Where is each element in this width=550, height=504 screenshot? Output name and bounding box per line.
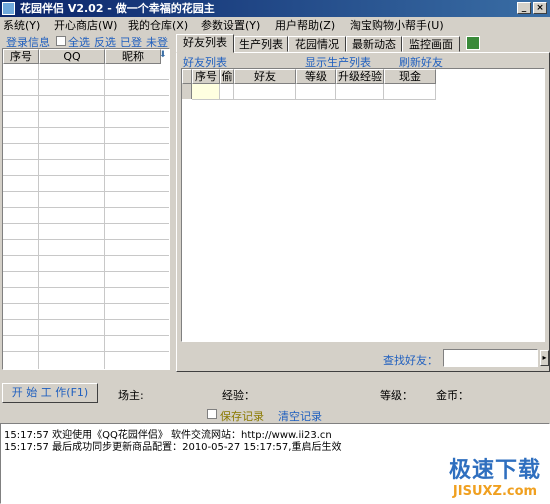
save-records-label[interactable]: 保存记录 xyxy=(220,408,264,424)
menu-warehouse[interactable]: 我的仓库(X) xyxy=(128,17,188,34)
grid-divider xyxy=(3,239,169,240)
grid-divider xyxy=(3,223,169,224)
menu-system[interactable]: 系统(Y) xyxy=(3,17,40,34)
clear-records-link[interactable]: 清空记录 xyxy=(278,408,322,424)
search-friend-input[interactable] xyxy=(443,349,538,367)
menu-help[interactable]: 用户帮助(Z) xyxy=(275,17,335,34)
search-friend-label: 查找好友： xyxy=(383,354,438,367)
grid-divider xyxy=(383,84,384,99)
grid-divider xyxy=(192,99,436,100)
status-bar: 开 始 工 作(F1) 场主: 经验： 等级： 金币： xyxy=(0,380,550,406)
log-line: 15:17:57 最后成功同步更新商品配置：2010-05-27 15:17:5… xyxy=(4,442,342,453)
grid-divider xyxy=(3,127,169,128)
row-selector[interactable] xyxy=(182,84,192,99)
experience-label: 经验： xyxy=(222,389,255,402)
search-button[interactable]: ▸ xyxy=(540,350,549,366)
watermark-logo: 极速下载 JISUXZ.com xyxy=(449,452,541,499)
row-selector-header xyxy=(182,69,192,84)
tab-news[interactable]: 最新动态 xyxy=(346,36,402,52)
grid-divider xyxy=(3,191,169,192)
grid-divider xyxy=(3,255,169,256)
app-icon xyxy=(2,2,15,15)
title-bar: 花园伴侣 V2.02 - 做一个幸福的花园主 _ × xyxy=(0,0,550,17)
calendar-icon[interactable] xyxy=(466,36,480,50)
grid-divider xyxy=(3,95,169,96)
grid-divider xyxy=(3,111,169,112)
friends-grid[interactable]: 序号 偷 好友 等级 升级经验 现金 xyxy=(181,68,545,342)
tab-garden[interactable]: 花园情况 xyxy=(288,36,346,52)
column-header-nickname[interactable]: 昵称 xyxy=(105,49,161,64)
arrow-down-icon[interactable]: ⬇ xyxy=(159,50,169,62)
grid-divider xyxy=(295,84,296,99)
column-header-cash[interactable]: 现金 xyxy=(384,69,436,84)
column-header-friend[interactable]: 好友 xyxy=(234,69,296,84)
grid-divider xyxy=(104,64,105,369)
select-all-checkbox[interactable] xyxy=(56,36,66,46)
account-toolbar: 登录信息 全选 反选 已登 未登 xyxy=(0,34,172,49)
grid-divider xyxy=(3,175,169,176)
log-area[interactable]: 15:17:57 欢迎使用《QQ花园伴侣》 软件交流网站：http://www.… xyxy=(0,423,550,504)
close-button[interactable]: × xyxy=(533,2,547,14)
save-records-checkbox[interactable] xyxy=(207,409,217,419)
account-grid[interactable]: 序号 QQ 昵称 ⬇ xyxy=(2,48,170,370)
minimize-button[interactable]: _ xyxy=(517,2,531,14)
column-header-steal[interactable]: 偷 xyxy=(220,69,234,84)
owner-label: 场主: xyxy=(118,389,144,402)
gold-label: 金币： xyxy=(436,389,469,402)
table-cell[interactable] xyxy=(192,84,220,99)
grid-divider xyxy=(3,319,169,320)
start-work-button[interactable]: 开 始 工 作(F1) xyxy=(2,383,98,403)
grid-divider xyxy=(435,84,436,99)
column-header-level[interactable]: 等级 xyxy=(296,69,336,84)
tab-friends[interactable]: 好友列表 xyxy=(176,34,234,53)
column-header-index[interactable]: 序号 xyxy=(192,69,220,84)
watermark-url: JISUXZ.com xyxy=(452,484,538,499)
log-toolbar: 保存记录 清空记录 xyxy=(0,406,550,423)
tab-production[interactable]: 生产列表 xyxy=(234,36,288,52)
grid-divider xyxy=(3,303,169,304)
grid-divider xyxy=(233,84,234,99)
grid-divider xyxy=(3,207,169,208)
account-panel: 登录信息 全选 反选 已登 未登 序号 QQ 昵称 ⬇ xyxy=(0,34,172,372)
grid-divider xyxy=(3,335,169,336)
grid-divider xyxy=(3,351,169,352)
tab-strip: 好友列表 生产列表 花园情况 最新动态 监控画面 xyxy=(176,34,550,53)
grid-divider xyxy=(335,84,336,99)
window-title: 花园伴侣 V2.02 - 做一个幸福的花园主 xyxy=(20,2,215,15)
grid-divider xyxy=(3,143,169,144)
column-header-upgrade-exp[interactable]: 升级经验 xyxy=(336,69,384,84)
grid-divider xyxy=(38,64,39,369)
menu-settings[interactable]: 参数设置(Y) xyxy=(201,17,260,34)
menu-shop[interactable]: 开心商店(W) xyxy=(54,17,117,34)
grid-divider xyxy=(3,159,169,160)
grid-divider xyxy=(3,287,169,288)
grid-divider xyxy=(3,79,169,80)
tab-monitor[interactable]: 监控画面 xyxy=(402,36,460,52)
watermark-text: 极速下载 xyxy=(448,458,541,483)
column-header-qq[interactable]: QQ xyxy=(39,49,105,64)
level-label: 等级： xyxy=(380,389,413,402)
menu-bar: 系统(Y) 开心商店(W) 我的仓库(X) 参数设置(Y) 用户帮助(Z) 淘宝… xyxy=(0,17,550,34)
grid-divider xyxy=(219,84,220,99)
friends-tab-panel: 好友列表 显示生产列表 刷新好友 序号 偷 好友 等级 升级经验 现金 查找好友… xyxy=(176,52,550,372)
column-header-index[interactable]: 序号 xyxy=(3,49,39,64)
menu-taobao-helper[interactable]: 淘宝购物小帮手(U) xyxy=(350,17,444,34)
grid-divider xyxy=(3,271,169,272)
